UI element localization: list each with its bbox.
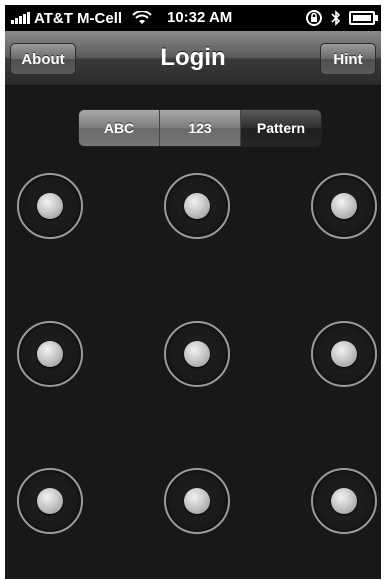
status-bar: AT&T M-Cell 10:32 AM — [5, 5, 381, 31]
pattern-dot-5[interactable] — [164, 321, 230, 387]
pattern-dot-4[interactable] — [17, 321, 83, 387]
segment-123[interactable]: 123 — [160, 110, 241, 146]
navigation-bar: About Login Hint — [5, 31, 381, 86]
status-left: AT&T M-Cell — [11, 9, 152, 27]
bluetooth-icon — [331, 10, 341, 26]
login-mode-segmented-control: ABC 123 Pattern — [78, 109, 322, 147]
pattern-dot-core — [37, 193, 63, 219]
pattern-dot-1[interactable] — [17, 173, 83, 239]
pattern-dot-6[interactable] — [311, 321, 377, 387]
pattern-dot-core — [331, 488, 357, 514]
pattern-dot-7[interactable] — [17, 468, 83, 534]
status-time: 10:32 AM — [167, 9, 233, 26]
pattern-dot-core — [184, 488, 210, 514]
pattern-dot-2[interactable] — [164, 173, 230, 239]
segment-pattern[interactable]: Pattern — [241, 110, 321, 146]
signal-icon — [11, 12, 30, 24]
wifi-icon — [132, 11, 152, 24]
pattern-dot-core — [184, 193, 210, 219]
hint-button[interactable]: Hint — [320, 43, 376, 75]
status-right — [305, 8, 378, 28]
pattern-dot-8[interactable] — [164, 468, 230, 534]
pattern-dot-core — [331, 341, 357, 367]
phone-screen: AT&T M-Cell 10:32 AM About Login Hint AB… — [5, 5, 381, 579]
pattern-dot-3[interactable] — [311, 173, 377, 239]
pattern-dot-core — [184, 341, 210, 367]
pattern-dot-core — [331, 193, 357, 219]
pattern-dot-core — [37, 341, 63, 367]
rotation-lock-icon — [306, 10, 322, 26]
carrier-name: AT&T M-Cell — [34, 9, 123, 27]
pattern-dot-9[interactable] — [311, 468, 377, 534]
battery-icon — [349, 11, 378, 25]
pattern-dot-core — [37, 488, 63, 514]
segment-abc[interactable]: ABC — [79, 110, 160, 146]
